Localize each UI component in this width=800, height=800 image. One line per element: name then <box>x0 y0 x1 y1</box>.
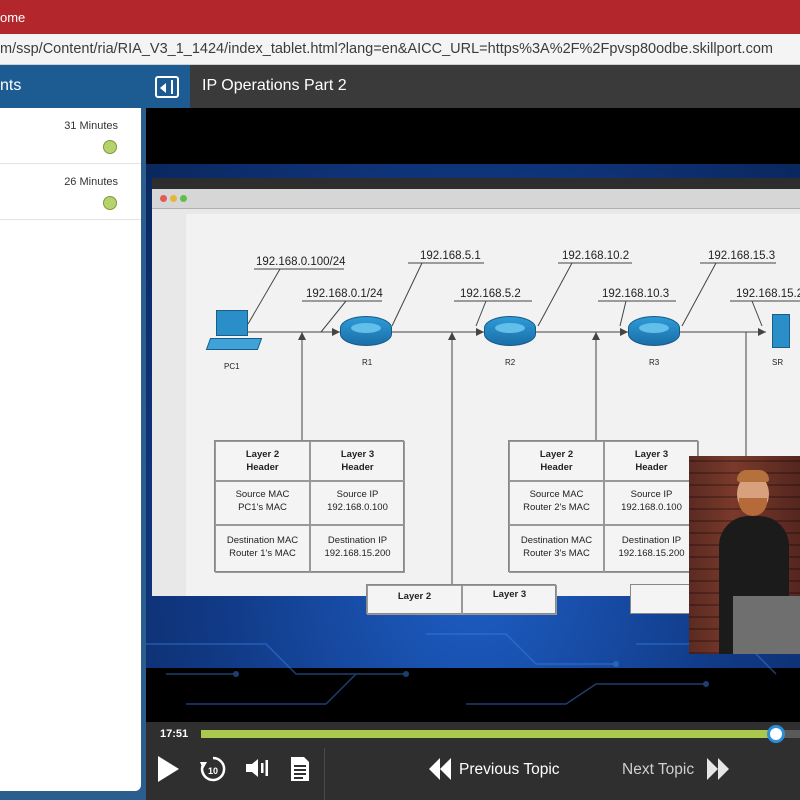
server-icon <box>772 314 790 348</box>
r3-right-ip-label: 192.168.15.3 <box>708 250 776 262</box>
minimize-icon <box>170 195 177 202</box>
frame-header-table <box>630 584 690 614</box>
r2-label: R2 <box>505 358 516 367</box>
source-mac-cell: Source MAC PC1's MAC <box>215 481 310 525</box>
video-player[interactable]: 192.168.0.100/24 192.168.0.1/24 192.168.… <box>146 108 800 722</box>
presenter-hair <box>737 470 769 482</box>
layer2-header-cell: Layer 2 Header <box>509 441 604 481</box>
lesson-list: 31 Minutes 26 Minutes <box>0 108 141 791</box>
replay-seconds-label: 10 <box>208 766 218 776</box>
next-topic-icon[interactable] <box>706 758 730 780</box>
mac-menubar <box>152 178 800 189</box>
play-icon[interactable] <box>158 756 179 782</box>
r2-right-ip-label: 192.168.10.2 <box>562 250 630 262</box>
destination-ip-cell: Destination IP 192.168.15.200 <box>310 525 405 573</box>
close-icon <box>160 195 167 202</box>
frame-header-table: Layer 2 Layer 3 <box>366 584 557 615</box>
layer3-header-cell: Layer 3 <box>462 585 557 615</box>
transcript-icon[interactable] <box>289 756 311 782</box>
pc-icon <box>205 310 263 352</box>
complete-status-icon <box>103 140 117 154</box>
background-tab <box>140 8 143 26</box>
layer2-header-cell: Layer 2 <box>367 585 462 615</box>
complete-status-icon <box>103 196 117 210</box>
collapse-arrow-icon <box>160 83 166 93</box>
lesson-item[interactable]: 31 Minutes <box>0 108 141 164</box>
screen: ome m/ssp/Content/ria/RIA_V3_1_1424/inde… <box>0 0 800 800</box>
seek-bar[interactable] <box>201 730 800 738</box>
elapsed-time: 17:51 <box>160 728 189 740</box>
r1-left-ip-label: 192.168.0.1/24 <box>306 288 383 300</box>
divider <box>324 748 325 800</box>
destination-mac-cell: Destination MAC Router 1's MAC <box>215 525 310 573</box>
topic-title: IP Operations Part 2 <box>202 77 347 94</box>
r1-label: R1 <box>362 358 373 367</box>
previous-topic-icon[interactable] <box>428 758 452 780</box>
mac-menu-items <box>172 179 175 185</box>
audio-description-icon[interactable] <box>244 756 270 780</box>
lesson-duration: 31 Minutes <box>64 120 118 132</box>
seek-handle[interactable] <box>767 725 785 743</box>
server-label: SR <box>772 358 784 367</box>
pc1-ip-label: 192.168.0.100/24 <box>256 256 346 268</box>
zoom-icon <box>180 195 187 202</box>
presenter-desk <box>733 596 800 654</box>
router-icon <box>484 316 536 346</box>
player-controls: 17:51 10 Previous Topic Next Topic <box>146 722 800 800</box>
preview-toolbar <box>152 189 800 209</box>
sidebar-header-title: nts <box>0 77 22 94</box>
frame-header-table: Layer 2 Header Layer 3 Header Source MAC… <box>508 440 699 573</box>
router-icon <box>340 316 392 346</box>
lesson-duration: 26 Minutes <box>64 176 118 188</box>
source-ip-cell: Source IP 192.168.0.100 <box>310 481 405 525</box>
layer3-header-cell: Layer 3 Header <box>310 441 405 481</box>
server-ip-label: 192.168.15.2 <box>736 288 800 300</box>
source-mac-cell: Source MAC Router 2's MAC <box>509 481 604 525</box>
browser-tab-title[interactable]: ome <box>0 6 33 30</box>
sidebar-header: nts <box>0 65 190 108</box>
r3-left-ip-label: 192.168.10.3 <box>602 288 670 300</box>
url-text[interactable]: m/ssp/Content/ria/RIA_V3_1_1424/index_ta… <box>0 41 773 57</box>
frame-header-table: Layer 2 Header Layer 3 Header Source MAC… <box>214 440 405 573</box>
layer3-header-cell: Layer 3 Header <box>604 441 699 481</box>
r1-right-ip-label: 192.168.5.1 <box>420 250 481 262</box>
destination-mac-cell: Destination MAC Router 3's MAC <box>509 525 604 573</box>
r3-label: R3 <box>649 358 660 367</box>
destination-ip-cell: Destination IP 192.168.15.200 <box>604 525 699 573</box>
router-icon <box>628 316 680 346</box>
browser-titlebar: ome <box>0 0 800 34</box>
address-bar[interactable]: m/ssp/Content/ria/RIA_V3_1_1424/index_ta… <box>0 34 800 65</box>
r2-left-ip-label: 192.168.5.2 <box>460 288 521 300</box>
source-ip-cell: Source IP 192.168.0.100 <box>604 481 699 525</box>
collapse-sidebar-button[interactable] <box>155 76 179 98</box>
replay-10-icon[interactable]: 10 <box>198 754 228 784</box>
pc1-label: PC1 <box>224 362 240 371</box>
panel-bar-icon <box>171 80 173 94</box>
lesson-item[interactable]: 26 Minutes <box>0 164 141 220</box>
presenter-video <box>689 456 800 654</box>
app-header: nts IP Operations Part 2 <box>0 65 800 108</box>
seek-bar-progress <box>201 730 776 738</box>
layer2-header-cell: Layer 2 Header <box>215 441 310 481</box>
next-topic-button[interactable]: Next Topic <box>622 761 694 779</box>
previous-topic-button[interactable]: Previous Topic <box>459 761 560 779</box>
